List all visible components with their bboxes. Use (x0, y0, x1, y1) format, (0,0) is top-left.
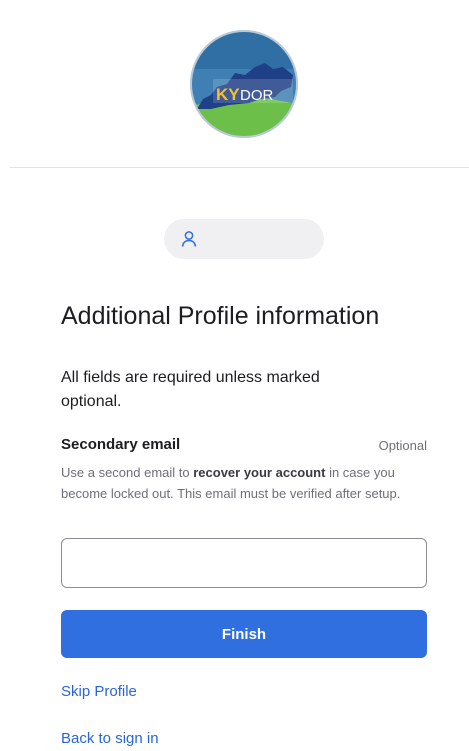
skip-profile-link[interactable]: Skip Profile (61, 683, 137, 700)
user-icon (181, 231, 197, 247)
page: KY DOR Additional Profile information Al… (0, 0, 469, 751)
logo-text-ky: KY (216, 85, 240, 104)
page-subtitle: All fields are required unless marked op… (61, 369, 320, 410)
kydor-logo: KY DOR (189, 29, 299, 139)
back-to-sign-in-link[interactable]: Back to sign in (61, 730, 159, 747)
header-divider (10, 167, 469, 168)
secondary-email-input[interactable] (61, 538, 427, 588)
logo-text-dor: DOR (240, 87, 274, 104)
user-identifier-pill (164, 219, 324, 259)
help-text-prefix: Use a second email to (61, 465, 194, 480)
finish-button[interactable]: Finish (61, 610, 427, 658)
page-title: Additional Profile information (61, 302, 380, 330)
secondary-email-help: Use a second email to recover your accou… (61, 462, 429, 504)
secondary-email-label: Secondary email (61, 436, 181, 453)
help-text-bold: recover your account (193, 465, 326, 480)
optional-label: Optional (378, 438, 427, 453)
